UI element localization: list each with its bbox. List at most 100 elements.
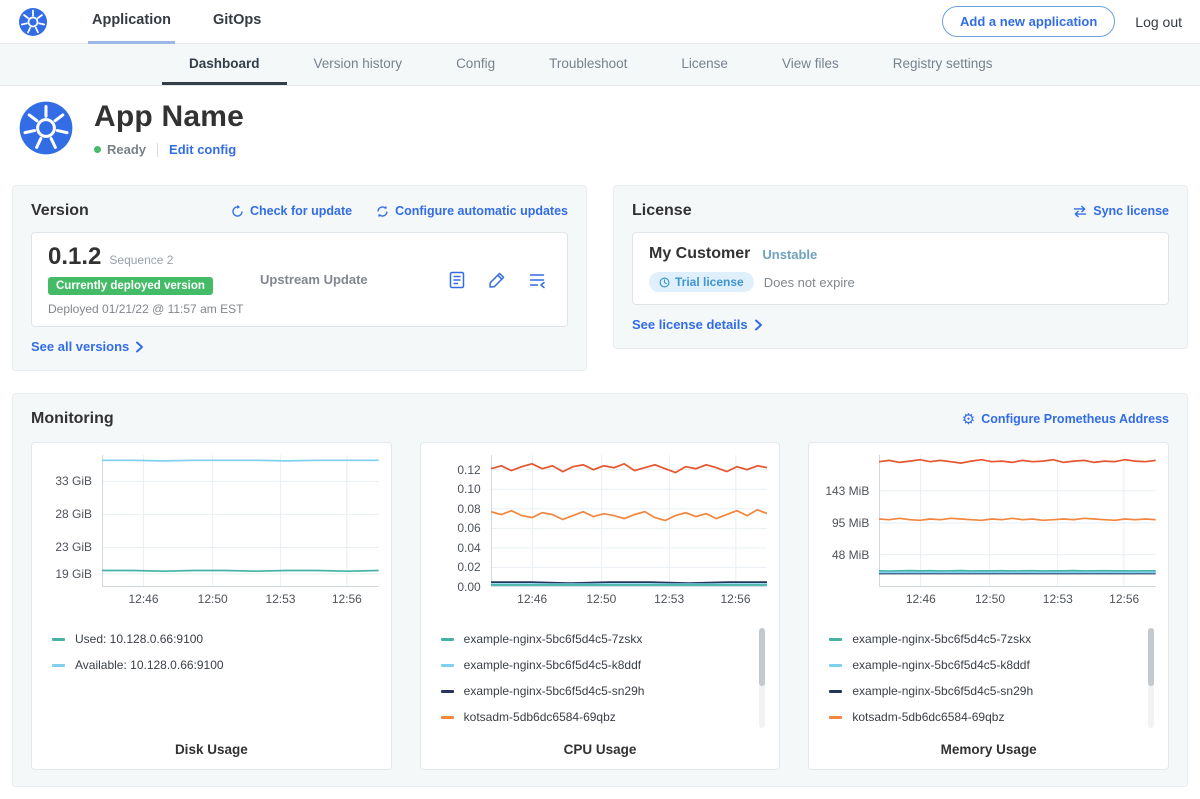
disk-usage-chart: 33 GiB28 GiB23 GiB19 GiB 12:4612:5012:53… [31,442,392,770]
tab-troubleshoot[interactable]: Troubleshoot [522,44,654,85]
chevron-right-icon [754,319,763,331]
chart-plot [879,455,1156,587]
legend-scrollbar-thumb[interactable] [759,628,765,686]
sync-icon [1073,205,1087,218]
chart-title: Memory Usage [821,730,1156,761]
app-header: App Name Ready Edit config [0,86,1200,177]
legend-item: example-nginx-5bc6f5d4c5-k8ddf [441,652,748,678]
x-axis-labels: 12:4612:5012:5312:56 [102,592,379,610]
legend-label: Available: 10.128.0.66:9100 [75,658,224,672]
legend-scrollbar[interactable] [759,628,765,728]
y-tick-label: 48 MiB [832,548,869,562]
y-tick-label: 0.12 [457,463,480,477]
tab-config[interactable]: Config [429,44,522,85]
check-for-update-label: Check for update [250,204,352,218]
chevron-right-icon [135,341,144,353]
sync-license-link[interactable]: Sync license [1073,204,1169,218]
logout-link[interactable]: Log out [1135,14,1182,30]
upstream-update-label: Upstream Update [260,272,447,287]
edit-config-icon[interactable] [487,270,507,290]
y-axis-labels: 33 GiB28 GiB23 GiB19 GiB [44,455,102,610]
license-card: License Sync license My Customer Unstabl… [613,185,1188,349]
y-tick-label: 0.02 [457,560,480,574]
chart-plot [102,455,379,587]
chart-title: CPU Usage [433,730,768,761]
deploy-logs-icon[interactable] [527,270,547,290]
legend-item: kotsadm-5db6dc6584-69qbz [441,704,748,730]
y-axis-labels: 0.120.100.080.060.040.020.00 [433,455,491,610]
check-for-update-link[interactable]: Check for update [231,204,352,218]
x-tick-label: 12:56 [1109,592,1139,606]
memory-usage-chart: 143 MiB95 MiB48 MiB 12:4612:5012:5312:56… [808,442,1169,770]
page-title: App Name [94,100,244,134]
tab-registry-settings[interactable]: Registry settings [866,44,1020,85]
tab-dashboard[interactable]: Dashboard [162,44,287,85]
legend-item: Used: 10.128.0.66:9100 [52,626,359,652]
auto-update-icon [376,205,389,218]
see-license-details-link[interactable]: See license details [632,317,1169,332]
edit-config-link[interactable]: Edit config [169,142,236,157]
nav-tab-application[interactable]: Application [88,0,175,44]
legend-scrollbar[interactable] [1148,628,1154,728]
legend-label: kotsadm-5db6dc6584-69qbz [464,710,616,724]
kubernetes-logo-icon[interactable] [18,7,48,37]
version-card: Version Check for update Configure autom… [12,185,587,371]
x-tick-label: 12:46 [517,592,547,606]
trial-license-badge: Trial license [649,272,754,292]
tab-view-files[interactable]: View files [755,44,866,85]
tab-license[interactable]: License [654,44,755,85]
expiry-label: Does not expire [764,275,855,290]
legend-label: example-nginx-5bc6f5d4c5-7zskx [464,632,643,646]
x-tick-label: 12:50 [198,592,228,606]
chart-legend: example-nginx-5bc6f5d4c5-7zskx example-ng… [829,626,1156,730]
see-all-versions-link[interactable]: See all versions [31,339,568,354]
cpu-usage-chart: 0.120.100.080.060.040.020.00 12:4612:501… [420,442,781,770]
legend-item: example-nginx-5bc6f5d4c5-sn29h [829,678,1136,704]
legend-label: example-nginx-5bc6f5d4c5-sn29h [852,684,1033,698]
current-version-box: 0.1.2 Sequence 2 Currently deployed vers… [31,232,568,327]
sync-license-label: Sync license [1093,204,1169,218]
x-tick-label: 12:46 [906,592,936,606]
y-tick-label: 19 GiB [55,567,92,581]
see-license-details-label: See license details [632,317,748,332]
main-content: Version Check for update Configure autom… [0,177,1200,799]
y-tick-label: 0.00 [457,580,480,594]
legend-item: example-nginx-5bc6f5d4c5-7zskx [441,626,748,652]
release-notes-icon[interactable] [447,270,467,290]
monitoring-card: Monitoring ⚙ Configure Prometheus Addres… [12,393,1188,787]
x-tick-label: 12:56 [721,592,751,606]
app-subnav: Dashboard Version history Config Trouble… [0,44,1200,86]
status-badge: Ready [107,142,146,157]
legend-item: kotsadm-5db6dc6584-69qbz [829,704,1136,730]
x-tick-label: 12:50 [586,592,616,606]
license-card-title: License [632,202,692,220]
add-application-button[interactable]: Add a new application [942,6,1115,37]
version-number: 0.1.2 [48,243,101,271]
chart-plot [491,455,768,587]
legend-swatch [829,664,842,667]
legend-label: Used: 10.128.0.66:9100 [75,632,203,646]
x-tick-label: 12:53 [265,592,295,606]
configure-prometheus-link[interactable]: ⚙ Configure Prometheus Address [962,412,1169,427]
refresh-icon [231,205,244,218]
primary-nav: Application GitOps [88,0,299,44]
legend-swatch [52,664,65,667]
deployed-timestamp: Deployed 01/21/22 @ 11:57 am EST [48,302,260,316]
chart-legend: example-nginx-5bc6f5d4c5-7zskx example-ng… [441,626,768,730]
status-dot [94,146,101,153]
legend-swatch [829,690,842,693]
legend-item: example-nginx-5bc6f5d4c5-7zskx [829,626,1136,652]
legend-scrollbar-thumb[interactable] [1148,628,1154,686]
legend-swatch [441,716,454,719]
tab-version-history[interactable]: Version history [287,44,430,85]
legend-swatch [829,716,842,719]
x-tick-label: 12:53 [1043,592,1073,606]
y-tick-label: 95 MiB [832,516,869,530]
configure-automatic-updates-link[interactable]: Configure automatic updates [376,204,568,218]
channel-label: Unstable [762,247,817,262]
y-tick-label: 28 GiB [55,507,92,521]
y-tick-label: 0.10 [457,482,480,496]
x-tick-label: 12:50 [975,592,1005,606]
legend-swatch [441,638,454,641]
nav-tab-gitops[interactable]: GitOps [209,0,265,44]
